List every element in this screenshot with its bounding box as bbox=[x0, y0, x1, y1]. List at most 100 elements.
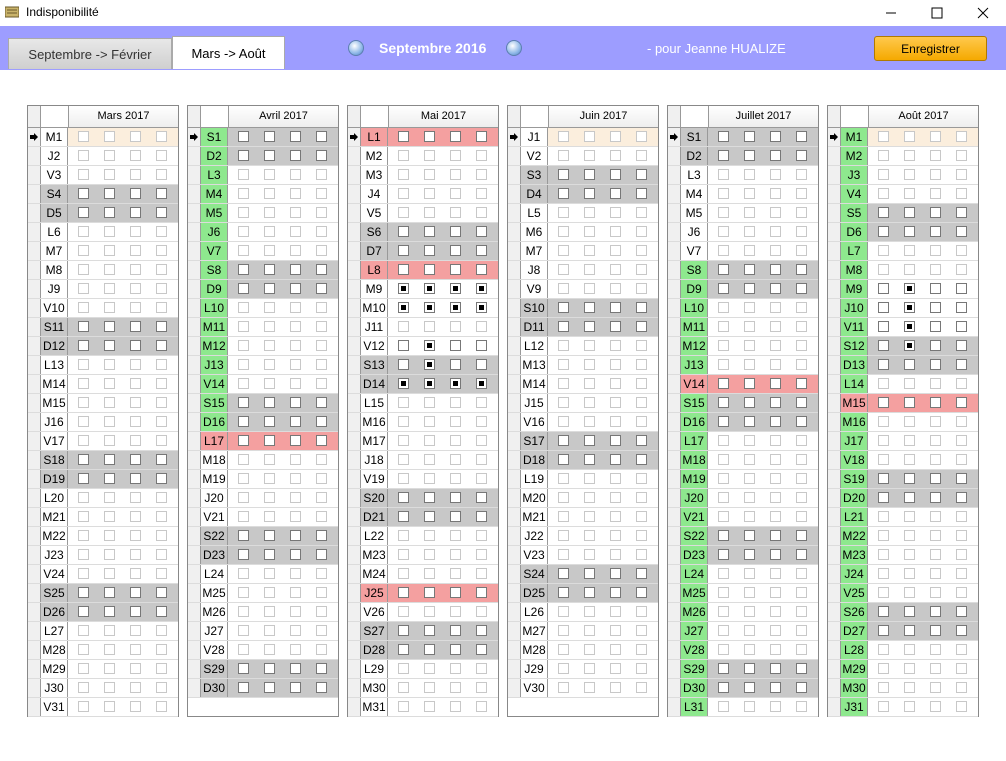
row-selector[interactable] bbox=[348, 318, 361, 336]
availability-checkbox[interactable] bbox=[264, 625, 275, 636]
day-row[interactable]: M4 bbox=[188, 185, 338, 204]
row-selector[interactable] bbox=[188, 204, 201, 222]
day-row[interactable]: M30 bbox=[348, 679, 498, 698]
availability-checkbox[interactable] bbox=[904, 606, 915, 617]
availability-checkbox[interactable] bbox=[290, 530, 301, 541]
availability-checkbox[interactable] bbox=[636, 549, 647, 560]
availability-checkbox[interactable] bbox=[636, 530, 647, 541]
availability-checkbox[interactable] bbox=[316, 568, 327, 579]
row-selector[interactable] bbox=[668, 527, 681, 545]
availability-checkbox[interactable] bbox=[878, 473, 889, 484]
row-selector[interactable] bbox=[828, 337, 841, 355]
availability-checkbox[interactable] bbox=[904, 131, 915, 142]
availability-checkbox[interactable] bbox=[610, 340, 621, 351]
availability-checkbox[interactable] bbox=[558, 131, 569, 142]
availability-checkbox[interactable] bbox=[584, 359, 595, 370]
day-row[interactable]: L10 bbox=[188, 299, 338, 318]
row-selector[interactable] bbox=[828, 356, 841, 374]
availability-checkbox[interactable] bbox=[718, 131, 729, 142]
day-row[interactable]: D2 bbox=[188, 147, 338, 166]
day-row[interactable]: M31 bbox=[348, 698, 498, 717]
availability-checkbox[interactable] bbox=[156, 568, 167, 579]
availability-checkbox[interactable] bbox=[450, 644, 461, 655]
row-selector[interactable] bbox=[348, 641, 361, 659]
availability-checkbox[interactable] bbox=[104, 207, 115, 218]
row-selector[interactable] bbox=[508, 280, 521, 298]
availability-checkbox[interactable] bbox=[476, 131, 487, 142]
availability-checkbox[interactable] bbox=[156, 245, 167, 256]
row-selector[interactable] bbox=[348, 660, 361, 678]
availability-checkbox[interactable] bbox=[558, 511, 569, 522]
row-selector[interactable] bbox=[508, 470, 521, 488]
availability-checkbox[interactable] bbox=[956, 397, 967, 408]
availability-checkbox[interactable] bbox=[450, 454, 461, 465]
availability-checkbox[interactable] bbox=[424, 530, 435, 541]
availability-checkbox[interactable] bbox=[956, 530, 967, 541]
availability-checkbox[interactable] bbox=[770, 701, 781, 712]
availability-checkbox[interactable] bbox=[238, 245, 249, 256]
row-selector[interactable] bbox=[668, 128, 681, 146]
availability-checkbox[interactable] bbox=[104, 587, 115, 598]
availability-checkbox[interactable] bbox=[610, 606, 621, 617]
availability-checkbox[interactable] bbox=[930, 378, 941, 389]
day-row[interactable]: D25 bbox=[508, 584, 658, 603]
day-row[interactable]: L17 bbox=[188, 432, 338, 451]
availability-checkbox[interactable] bbox=[956, 321, 967, 332]
availability-checkbox[interactable] bbox=[476, 416, 487, 427]
availability-checkbox[interactable] bbox=[770, 473, 781, 484]
day-row[interactable]: M13 bbox=[508, 356, 658, 375]
day-row[interactable]: D6 bbox=[828, 223, 978, 242]
availability-checkbox[interactable] bbox=[610, 473, 621, 484]
day-row[interactable]: M22 bbox=[828, 527, 978, 546]
availability-checkbox[interactable] bbox=[264, 568, 275, 579]
row-selector[interactable] bbox=[668, 185, 681, 203]
row-selector[interactable] bbox=[28, 204, 41, 222]
availability-checkbox[interactable] bbox=[610, 587, 621, 598]
row-selector[interactable] bbox=[188, 375, 201, 393]
availability-checkbox[interactable] bbox=[930, 226, 941, 237]
availability-checkbox[interactable] bbox=[398, 701, 409, 712]
day-row[interactable]: L14 bbox=[828, 375, 978, 394]
row-selector[interactable] bbox=[188, 679, 201, 697]
availability-checkbox[interactable] bbox=[718, 644, 729, 655]
day-row[interactable]: D23 bbox=[668, 546, 818, 565]
availability-checkbox[interactable] bbox=[770, 644, 781, 655]
availability-checkbox[interactable] bbox=[610, 625, 621, 636]
availability-checkbox[interactable] bbox=[156, 226, 167, 237]
availability-checkbox[interactable] bbox=[878, 492, 889, 503]
availability-checkbox[interactable] bbox=[130, 416, 141, 427]
availability-checkbox[interactable] bbox=[610, 150, 621, 161]
availability-checkbox[interactable] bbox=[558, 473, 569, 484]
availability-checkbox[interactable] bbox=[930, 169, 941, 180]
row-selector[interactable] bbox=[508, 451, 521, 469]
day-row[interactable]: D9 bbox=[668, 280, 818, 299]
availability-checkbox[interactable] bbox=[130, 663, 141, 674]
availability-checkbox[interactable] bbox=[316, 682, 327, 693]
day-row[interactable]: M30 bbox=[828, 679, 978, 698]
availability-checkbox[interactable] bbox=[558, 302, 569, 313]
day-row[interactable]: J20 bbox=[668, 489, 818, 508]
availability-checkbox[interactable] bbox=[930, 359, 941, 370]
row-selector[interactable] bbox=[348, 356, 361, 374]
day-row[interactable]: M27 bbox=[508, 622, 658, 641]
availability-checkbox[interactable] bbox=[956, 283, 967, 294]
availability-checkbox[interactable] bbox=[130, 245, 141, 256]
availability-checkbox[interactable] bbox=[78, 207, 89, 218]
availability-checkbox[interactable] bbox=[796, 378, 807, 389]
availability-checkbox[interactable] bbox=[796, 568, 807, 579]
row-selector[interactable] bbox=[508, 508, 521, 526]
availability-checkbox[interactable] bbox=[424, 226, 435, 237]
availability-checkbox[interactable] bbox=[130, 644, 141, 655]
row-selector[interactable] bbox=[348, 337, 361, 355]
availability-checkbox[interactable] bbox=[558, 644, 569, 655]
availability-checkbox[interactable] bbox=[718, 492, 729, 503]
availability-checkbox[interactable] bbox=[104, 682, 115, 693]
availability-checkbox[interactable] bbox=[930, 587, 941, 598]
availability-checkbox[interactable] bbox=[744, 568, 755, 579]
row-selector[interactable] bbox=[508, 489, 521, 507]
availability-checkbox[interactable] bbox=[104, 416, 115, 427]
availability-checkbox[interactable] bbox=[956, 568, 967, 579]
row-selector[interactable] bbox=[828, 280, 841, 298]
availability-checkbox[interactable] bbox=[264, 207, 275, 218]
day-row[interactable]: V23 bbox=[508, 546, 658, 565]
